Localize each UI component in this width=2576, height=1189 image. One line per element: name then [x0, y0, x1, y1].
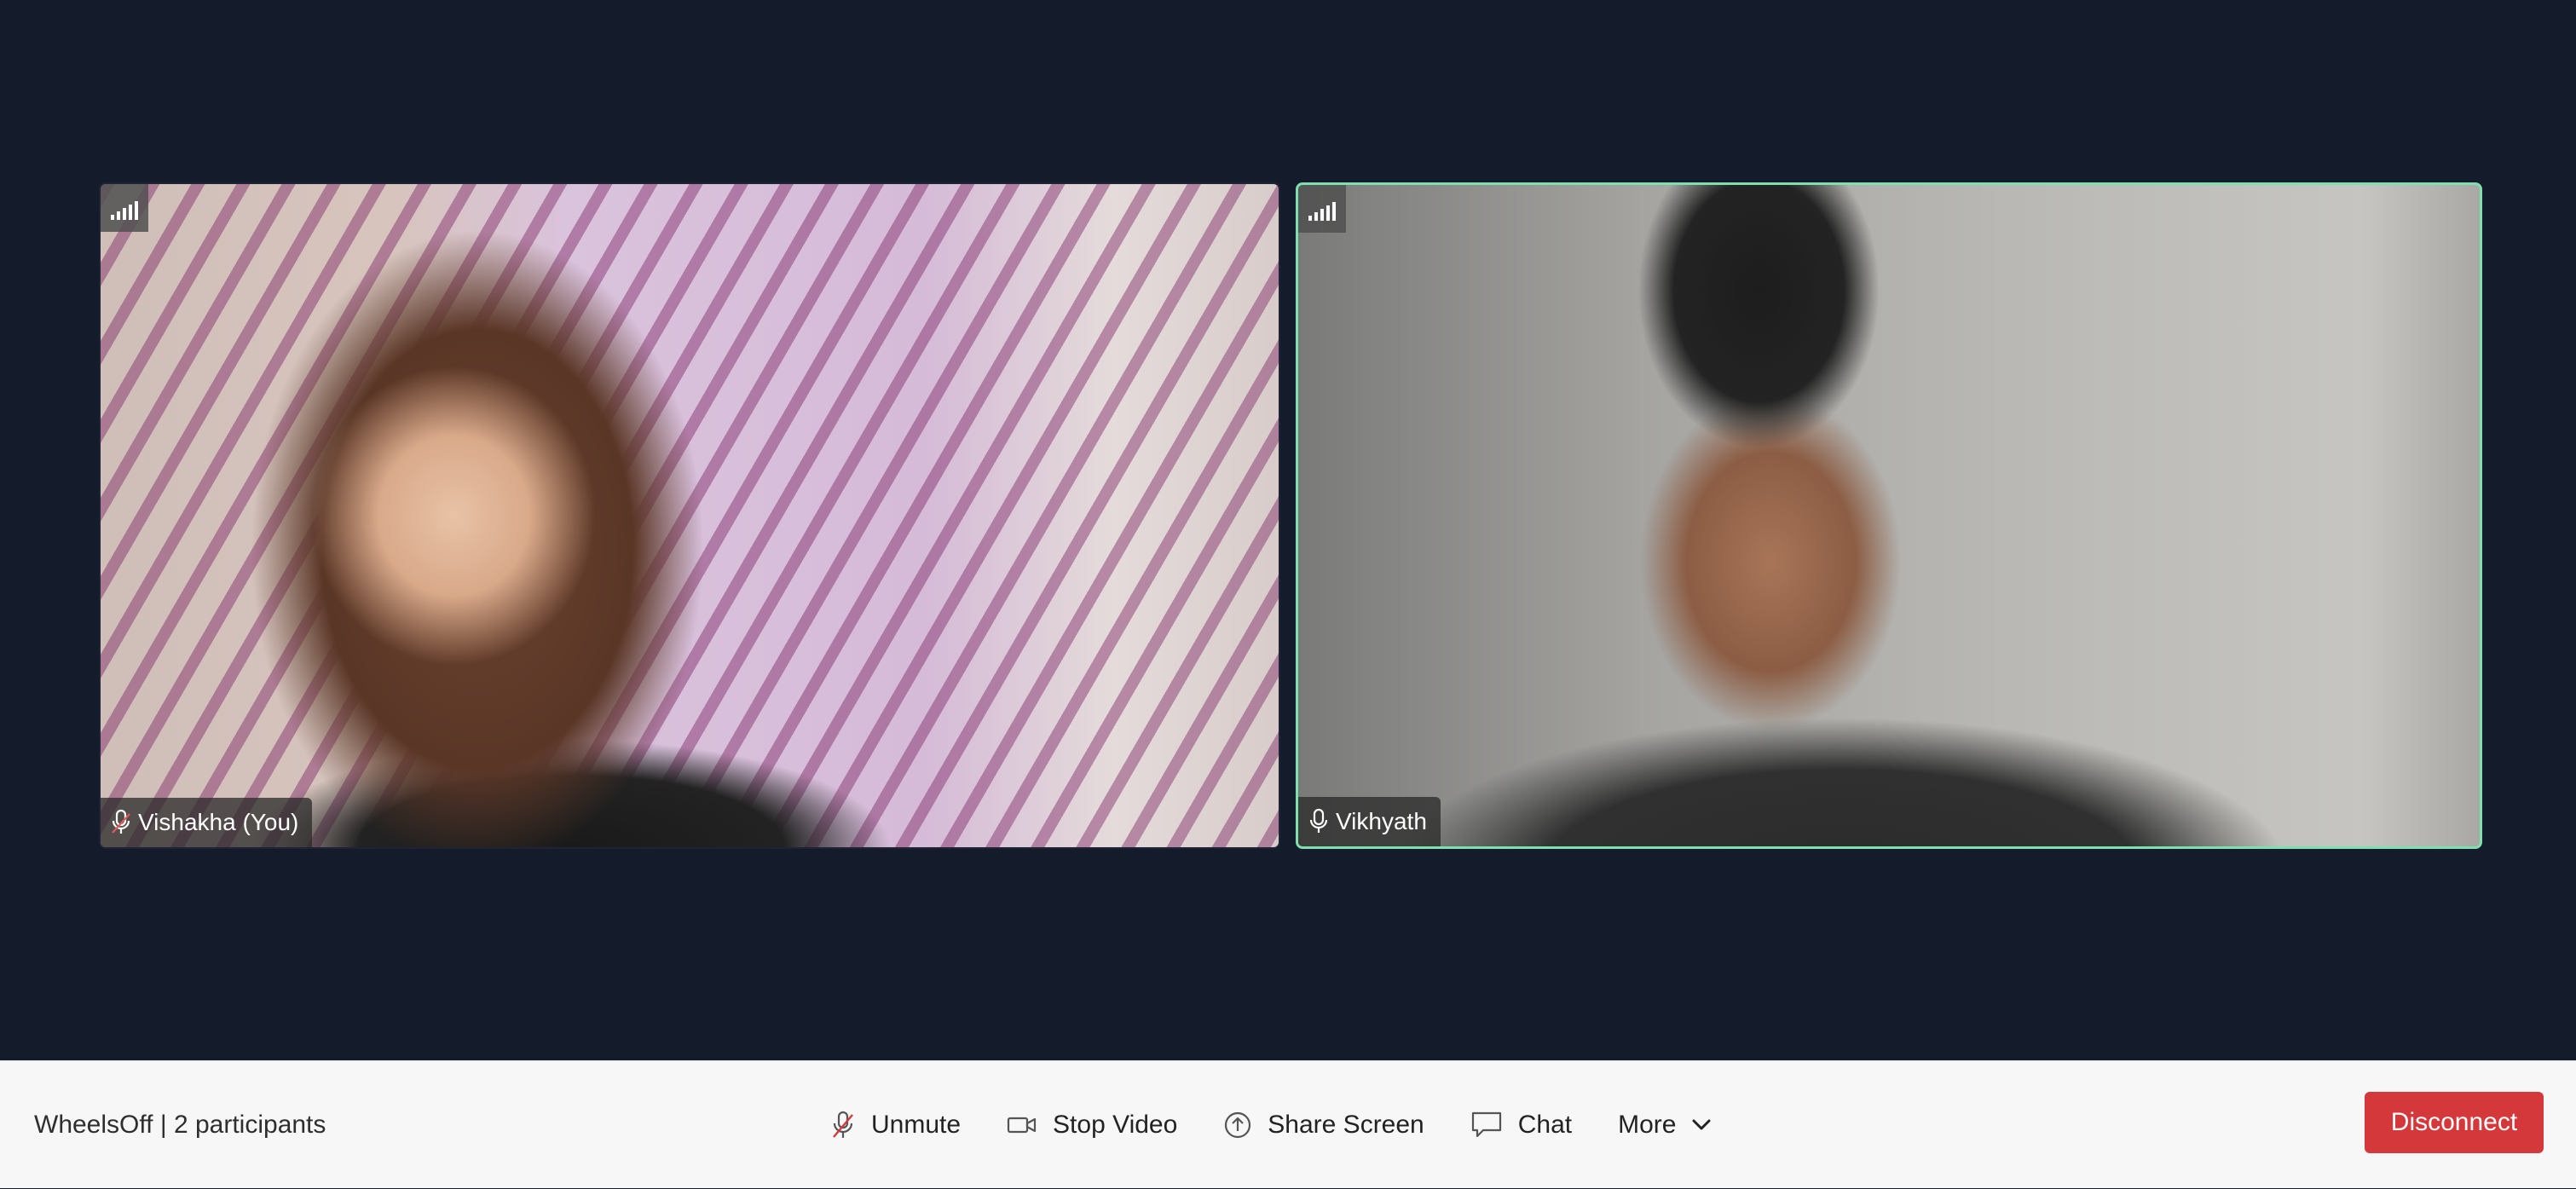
disconnect-button[interactable]: Disconnect — [2365, 1092, 2544, 1153]
unmute-label: Unmute — [871, 1111, 962, 1139]
microphone-icon — [112, 809, 130, 834]
participant-name: Vikhyath — [1336, 808, 1427, 834]
stop-video-button[interactable]: Stop Video — [1007, 1111, 1177, 1140]
chevron-down-icon — [1692, 1119, 1711, 1130]
stop-video-label: Stop Video — [1053, 1111, 1178, 1139]
muted-microphone-icon — [833, 1111, 853, 1138]
chat-bubble-icon — [1471, 1111, 1501, 1138]
signal-strength-icon — [1298, 185, 1346, 233]
share-screen-button[interactable]: Share Screen — [1223, 1111, 1424, 1140]
participant-tile-vikhyath[interactable]: Vikhyath — [1296, 182, 2482, 849]
signal-strength-icon — [101, 184, 148, 232]
chat-label: Chat — [1517, 1111, 1573, 1139]
unmute-button[interactable]: Unmute — [830, 1110, 961, 1140]
share-screen-label: Share Screen — [1268, 1111, 1424, 1139]
meeting-info: WheelsOff | 2 participants — [34, 1111, 326, 1139]
participant-name: Vishakha (You) — [138, 809, 299, 835]
participant-name-tag: Vikhyath — [1298, 797, 1441, 846]
participant-tile-vishakha[interactable]: Vishakha (You) — [99, 182, 1280, 849]
chat-button[interactable]: Chat — [1470, 1111, 1572, 1140]
upload-arrow-icon — [1225, 1111, 1251, 1139]
microphone-icon — [1309, 808, 1328, 833]
video-stage: Vishakha (You) Vikhyath — [0, 0, 2576, 1060]
call-controls: Unmute Stop Video Share Screen Chat More — [830, 1061, 1712, 1189]
video-camera-icon — [1007, 1117, 1037, 1134]
more-label: More — [1618, 1111, 1677, 1139]
call-toolbar: WheelsOff | 2 participants Unmute Stop V… — [0, 1060, 2576, 1188]
more-menu-button[interactable]: More — [1618, 1111, 1712, 1140]
participant-name-tag: Vishakha (You) — [101, 798, 313, 847]
